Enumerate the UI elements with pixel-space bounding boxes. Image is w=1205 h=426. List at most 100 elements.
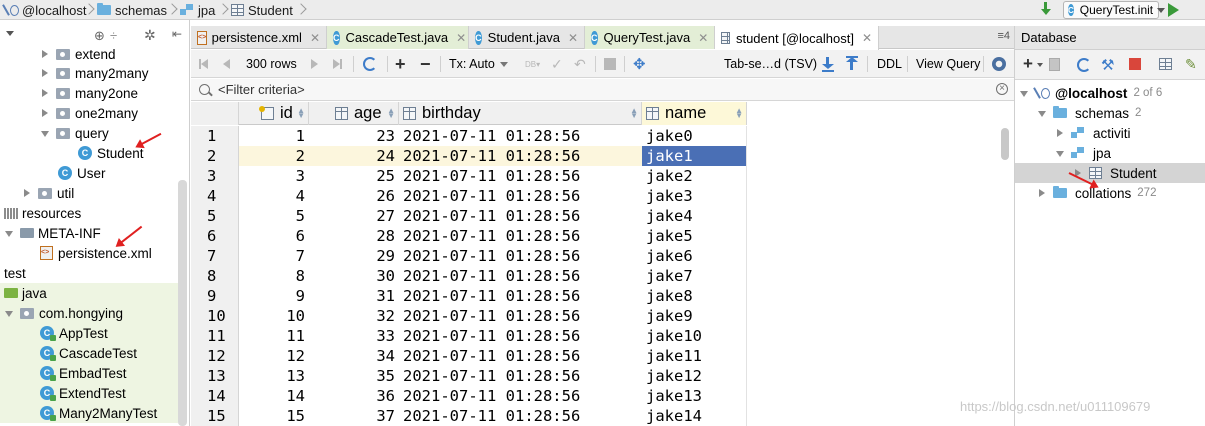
cell-age[interactable]: 31 [309,286,399,306]
cell-age[interactable]: 32 [309,306,399,326]
cell-age[interactable]: 30 [309,266,399,286]
build-arrow-icon[interactable] [1041,2,1051,16]
cell-name[interactable]: jake13 [642,386,747,406]
view-query-button[interactable]: View Query [916,55,980,73]
cell-birthday[interactable]: 2021-07-11 01:28:56 [399,406,642,426]
target-icon[interactable]: ⊕ [94,28,105,44]
cell-id[interactable]: 7 [239,246,309,266]
tree-item-test[interactable]: test [0,263,178,283]
tree-item-persistence-xml[interactable]: persistence.xml [0,243,178,263]
cell-age[interactable]: 34 [309,346,399,366]
cell-birthday[interactable]: 2021-07-11 01:28:56 [399,146,642,166]
cell-age[interactable]: 23 [309,126,399,146]
cell-id[interactable]: 4 [239,186,309,206]
refresh-icon[interactable] [1077,58,1091,72]
cancel-query-button[interactable] [604,55,616,73]
cell-id[interactable]: 1 [239,126,309,146]
next-page-button[interactable] [311,55,318,73]
cell-birthday[interactable]: 2021-07-11 01:28:56 [399,286,642,306]
page-size-selector[interactable]: 300 rows [246,55,297,73]
cell-name[interactable]: jake8 [642,286,747,306]
add-row-button[interactable]: + [395,54,406,74]
close-icon[interactable]: ✕ [456,31,466,45]
table-row[interactable]: 3 3 25 2021-07-11 01:28:56 jake2 [191,166,747,186]
sort-icon[interactable]: ▲ ▼ [630,107,638,120]
last-page-button[interactable] [333,55,342,73]
cell-id[interactable]: 15 [239,406,309,426]
rollback-button[interactable]: ↶ [574,55,586,73]
pin-tab-button[interactable]: ✥ [633,55,646,73]
cell-age[interactable]: 24 [309,146,399,166]
tree-item-many2many[interactable]: many2many [0,63,178,83]
delete-row-button[interactable]: − [420,54,431,74]
cell-name[interactable]: jake0 [642,126,747,146]
chevron-down-icon[interactable] [6,31,14,36]
cell-name[interactable]: jake12 [642,366,747,386]
cell-name[interactable]: jake4 [642,206,747,226]
close-icon[interactable]: ✕ [310,31,320,45]
table-row[interactable]: 11 11 33 2021-07-11 01:28:56 jake10 [191,326,747,346]
filter-bar[interactable]: <Filter criteria> × [191,79,1014,101]
commit-button[interactable]: DB▾ [525,55,540,73]
clear-filter-icon[interactable]: × [996,83,1008,95]
cell-id[interactable]: 6 [239,226,309,246]
table-row[interactable]: 14 14 36 2021-07-11 01:28:56 jake13 [191,386,747,406]
close-icon[interactable]: ✕ [568,31,578,45]
breadcrumb-schemas[interactable]: schemas [97,1,167,19]
cell-name[interactable]: jake11 [642,346,747,366]
tree-item-many2one[interactable]: many2one [0,83,178,103]
breadcrumb-localhost[interactable]: @localhost [4,1,87,19]
cell-name[interactable]: jake7 [642,266,747,286]
db-tree-student-table[interactable]: Student [1015,163,1205,183]
breadcrumb-student[interactable]: Student [231,1,293,19]
import-button[interactable] [845,55,859,73]
export-button[interactable] [821,55,835,73]
cell-name[interactable]: jake10 [642,326,747,346]
tree-item-com-hongying[interactable]: com.hongying [0,303,178,323]
cell-age[interactable]: 33 [309,326,399,346]
sort-icon[interactable]: ▲ ▼ [387,107,395,120]
table-row[interactable]: 1 1 23 2021-07-11 01:28:56 jake0 [191,126,747,146]
cell-age[interactable]: 36 [309,386,399,406]
cell-birthday[interactable]: 2021-07-11 01:28:56 [399,126,642,146]
tree-item-meta-inf[interactable]: META-INF [0,223,178,243]
cell-id[interactable]: 11 [239,326,309,346]
close-icon[interactable]: ✕ [698,31,708,45]
cell-id[interactable]: 8 [239,266,309,286]
close-icon[interactable]: ✕ [862,31,872,45]
column-header-birthday[interactable]: birthday ▲ ▼ [399,102,642,125]
tab-querytest-java[interactable]: C QueryTest.java ✕ [585,26,715,49]
table-row[interactable]: 6 6 28 2021-07-11 01:28:56 jake5 [191,226,747,246]
gear-icon[interactable]: ✲ [144,27,156,44]
tree-item-resources[interactable]: resources [0,203,178,223]
collapse-icon[interactable]: ÷ [110,28,117,43]
cell-id[interactable]: 5 [239,206,309,226]
cell-birthday[interactable]: 2021-07-11 01:28:56 [399,186,642,206]
hide-panel-icon[interactable]: ⇤ [172,27,182,41]
submit-button[interactable]: ✓ [551,55,563,73]
console-icon[interactable]: ✎ [1185,56,1197,73]
column-header-age[interactable]: age ▲ ▼ [309,102,399,125]
tab-student-java[interactable]: C Student.java ✕ [469,26,585,49]
cell-age[interactable]: 27 [309,206,399,226]
tree-item-extend[interactable]: extend [0,44,178,64]
cell-age[interactable]: 35 [309,366,399,386]
tab-persistence-xml[interactable]: persistence.xml ✕ [191,26,327,49]
cell-name[interactable]: jake5 [642,226,747,246]
cell-birthday[interactable]: 2021-07-11 01:28:56 [399,346,642,366]
tab-student-table[interactable]: student [@localhost] ✕ [715,26,879,50]
cell-age[interactable]: 28 [309,226,399,246]
tree-item-student-class[interactable]: C Student [0,143,178,163]
tree-item-embadtest[interactable]: C EmbadTest [0,363,178,383]
tree-item-many2manytest[interactable]: C Many2ManyTest [0,403,178,423]
cell-name[interactable]: jake1 [642,146,747,166]
cell-name[interactable]: jake14 [642,406,747,426]
table-row[interactable]: 9 9 31 2021-07-11 01:28:56 jake8 [191,286,747,306]
column-header-id[interactable]: id ▲ ▼ [239,102,309,125]
grid-settings-button[interactable] [992,55,1006,73]
tree-item-java-test[interactable]: java [0,283,178,303]
db-tree-localhost[interactable]: @localhost 2 of 6 [1015,83,1205,103]
project-tree-scrollbar[interactable] [178,180,187,426]
cell-id[interactable]: 13 [239,366,309,386]
cell-id[interactable]: 9 [239,286,309,306]
